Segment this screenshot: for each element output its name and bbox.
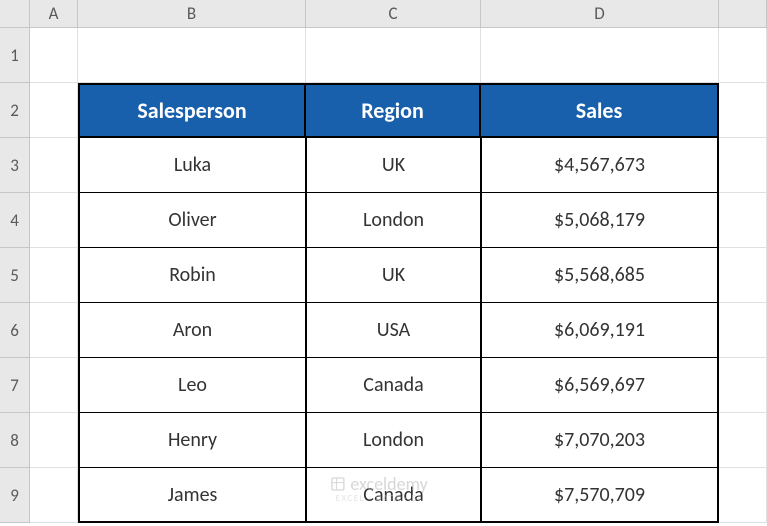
row-header-1[interactable]: 1 [0, 28, 30, 83]
row-header-4[interactable]: 4 [0, 193, 30, 248]
cell-e6[interactable] [719, 303, 767, 358]
cell-a2[interactable] [30, 83, 78, 138]
cell-b1[interactable] [78, 28, 306, 83]
watermark: exceldemy EXCEL · DATA · BI [329, 473, 427, 504]
cell-d8[interactable]: $7,070,203 [481, 413, 719, 468]
cell-d3[interactable]: $4,567,673 [481, 138, 719, 193]
row-header-8[interactable]: 8 [0, 413, 30, 468]
cell-e7[interactable] [719, 358, 767, 413]
cell-c3[interactable]: UK [306, 138, 481, 193]
row-header-7[interactable]: 7 [0, 358, 30, 413]
cell-c4[interactable]: London [306, 193, 481, 248]
cell-a8[interactable] [30, 413, 78, 468]
cell-e8[interactable] [719, 413, 767, 468]
header-salesperson[interactable]: Salesperson [78, 83, 306, 138]
col-header-a[interactable]: A [30, 0, 78, 28]
cell-e4[interactable] [719, 193, 767, 248]
spreadsheet-grid: A B C D 1 2 Salesperson Region Sales 3 L… [0, 0, 767, 523]
cell-e2[interactable] [719, 83, 767, 138]
cell-e3[interactable] [719, 138, 767, 193]
spreadsheet-icon [329, 476, 345, 492]
col-header-d[interactable]: D [481, 0, 719, 28]
cell-d7[interactable]: $6,569,697 [481, 358, 719, 413]
col-header-e[interactable] [719, 0, 767, 28]
watermark-subtext: EXCEL · DATA · BI [336, 493, 422, 504]
cell-a1[interactable] [30, 28, 78, 83]
cell-a4[interactable] [30, 193, 78, 248]
cell-b5[interactable]: Robin [78, 248, 306, 303]
header-region[interactable]: Region [306, 83, 481, 138]
cell-e1[interactable] [719, 28, 767, 83]
cell-b9[interactable]: James [78, 468, 306, 523]
cell-a3[interactable] [30, 138, 78, 193]
col-header-c[interactable]: C [306, 0, 481, 28]
cell-b4[interactable]: Oliver [78, 193, 306, 248]
header-sales[interactable]: Sales [481, 83, 719, 138]
cell-d9[interactable]: $7,570,709 [481, 468, 719, 523]
cell-b8[interactable]: Henry [78, 413, 306, 468]
cell-c8[interactable]: London [306, 413, 481, 468]
cell-a7[interactable] [30, 358, 78, 413]
cell-b6[interactable]: Aron [78, 303, 306, 358]
cell-c5[interactable]: UK [306, 248, 481, 303]
corner-cell [0, 0, 30, 28]
cell-c7[interactable]: Canada [306, 358, 481, 413]
watermark-text: exceldemy [350, 473, 427, 495]
cell-d5[interactable]: $5,568,685 [481, 248, 719, 303]
cell-d6[interactable]: $6,069,191 [481, 303, 719, 358]
cell-e5[interactable] [719, 248, 767, 303]
cell-a9[interactable] [30, 468, 78, 523]
cell-d4[interactable]: $5,068,179 [481, 193, 719, 248]
cell-e9[interactable] [719, 468, 767, 523]
cell-b7[interactable]: Leo [78, 358, 306, 413]
cell-c1[interactable] [306, 28, 481, 83]
row-header-5[interactable]: 5 [0, 248, 30, 303]
row-header-9[interactable]: 9 [0, 468, 30, 523]
cell-a5[interactable] [30, 248, 78, 303]
row-header-3[interactable]: 3 [0, 138, 30, 193]
cell-d1[interactable] [481, 28, 719, 83]
cell-a6[interactable] [30, 303, 78, 358]
row-header-6[interactable]: 6 [0, 303, 30, 358]
cell-b3[interactable]: Luka [78, 138, 306, 193]
row-header-2[interactable]: 2 [0, 83, 30, 138]
cell-c6[interactable]: USA [306, 303, 481, 358]
col-header-b[interactable]: B [78, 0, 306, 28]
